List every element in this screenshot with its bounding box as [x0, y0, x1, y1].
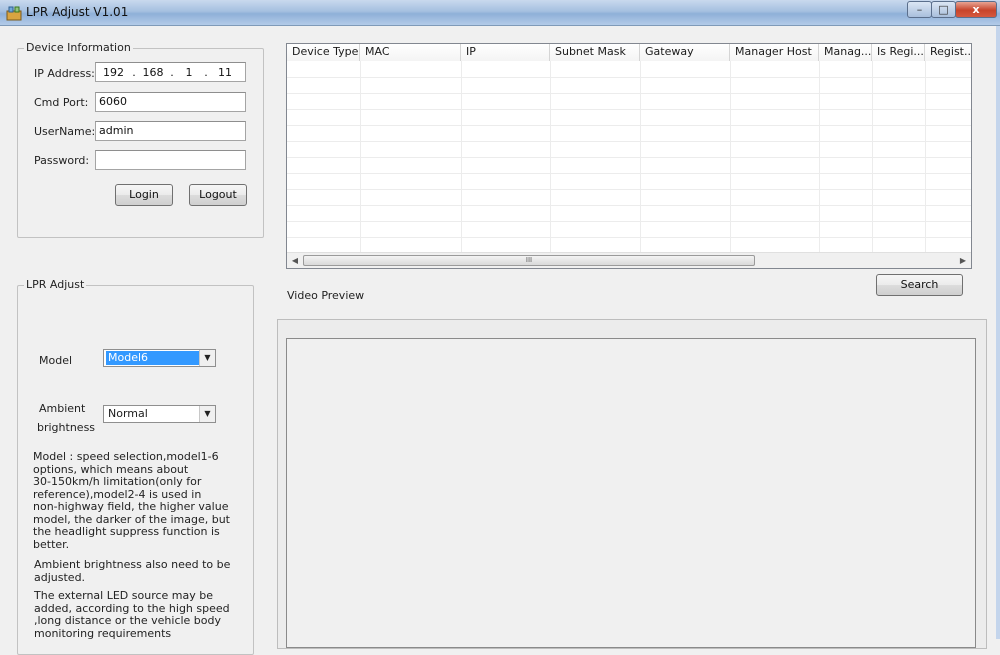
ambient-brightness-value: Normal: [108, 407, 148, 420]
column-header-register[interactable]: Regist...: [925, 44, 971, 61]
window-title: LPR Adjust V1.01: [26, 5, 129, 19]
window-frame-edge: [996, 26, 1000, 639]
username-label: UserName:: [34, 125, 96, 138]
horizontal-scrollbar[interactable]: ◀ III ▶: [287, 252, 971, 268]
scrollbar-thumb[interactable]: III: [303, 255, 755, 266]
column-header-manager-port[interactable]: Manag...: [819, 44, 872, 61]
logout-button[interactable]: Logout: [189, 184, 247, 206]
device-information-legend: Device Information: [24, 41, 133, 54]
chevron-down-icon[interactable]: ▼: [199, 406, 215, 422]
desc-line: ,long distance or the vehicle body: [34, 614, 222, 627]
username-input[interactable]: admin: [95, 121, 246, 141]
desc-line: non-highway field, the higher value: [33, 500, 229, 513]
maximize-button[interactable]: □: [931, 1, 956, 18]
minimize-button[interactable]: –: [907, 1, 932, 18]
cmd-port-input[interactable]: 6060: [95, 92, 246, 112]
desc-line: The external LED source may be: [34, 589, 213, 602]
ip-octet-1[interactable]: 192: [96, 66, 131, 79]
model-description: Model : speed selection,model1-6 options…: [33, 450, 230, 551]
device-table[interactable]: Device Type MAC IP Subnet Mask Gateway M…: [286, 43, 972, 269]
search-button[interactable]: Search: [876, 274, 963, 296]
password-label: Password:: [34, 154, 90, 167]
device-table-grid: [287, 61, 971, 253]
title-bar: LPR Adjust V1.01 – □ x: [0, 0, 1000, 26]
login-button[interactable]: Login: [115, 184, 173, 206]
desc-line: monitoring requirements: [34, 626, 172, 640]
video-preview-label: Video Preview: [287, 289, 365, 302]
ambient-description: Ambient brightness also need to be adjus…: [34, 558, 231, 584]
lpr-adjust-legend: LPR Adjust: [24, 278, 87, 291]
video-preview-panel: [277, 319, 987, 649]
desc-line: adjusted.: [34, 570, 86, 584]
scroll-left-icon[interactable]: ◀: [287, 253, 303, 268]
model-label: Model: [39, 354, 73, 367]
desc-line: 30-150km/h limitation(only for: [33, 475, 202, 488]
column-header-manager-host[interactable]: Manager Host: [730, 44, 819, 61]
close-button[interactable]: x: [955, 1, 997, 18]
column-header-is-registered[interactable]: Is Regi...: [872, 44, 925, 61]
desc-line: the headlight suppress function is: [33, 525, 220, 538]
ip-octet-3[interactable]: 1: [175, 66, 203, 79]
scroll-right-icon[interactable]: ▶: [955, 253, 971, 268]
model-select[interactable]: Model6 ▼: [103, 349, 216, 367]
password-input[interactable]: [95, 150, 246, 170]
desc-line: Model : speed selection,model1-6: [33, 450, 219, 463]
ambient-brightness-label-2: brightness: [37, 421, 96, 434]
chevron-down-icon[interactable]: ▼: [199, 350, 215, 366]
column-header-device-type[interactable]: Device Type: [287, 44, 360, 61]
app-icon: [6, 6, 22, 21]
column-header-gateway[interactable]: Gateway: [640, 44, 730, 61]
desc-line: better.: [33, 537, 70, 551]
ip-address-label: IP Address:: [34, 67, 95, 80]
cmd-port-label: Cmd Port:: [34, 96, 89, 109]
column-header-subnet-mask[interactable]: Subnet Mask: [550, 44, 640, 61]
ip-octet-4[interactable]: 11: [209, 66, 241, 79]
ambient-brightness-select[interactable]: Normal ▼: [103, 405, 216, 423]
column-header-ip[interactable]: IP: [461, 44, 550, 61]
model-select-value: Model6: [106, 351, 201, 365]
desc-line: Ambient brightness also need to be: [34, 558, 231, 571]
video-preview-area: [286, 338, 976, 648]
ip-address-input[interactable]: 192 . 168 . 1 . 11: [95, 62, 246, 82]
column-header-mac[interactable]: MAC: [360, 44, 461, 61]
led-description: The external LED source may be added, ac…: [34, 589, 230, 640]
ip-octet-2[interactable]: 168: [137, 66, 169, 79]
device-table-header: Device Type MAC IP Subnet Mask Gateway M…: [287, 44, 971, 61]
ambient-brightness-label-1: Ambient: [39, 402, 86, 415]
